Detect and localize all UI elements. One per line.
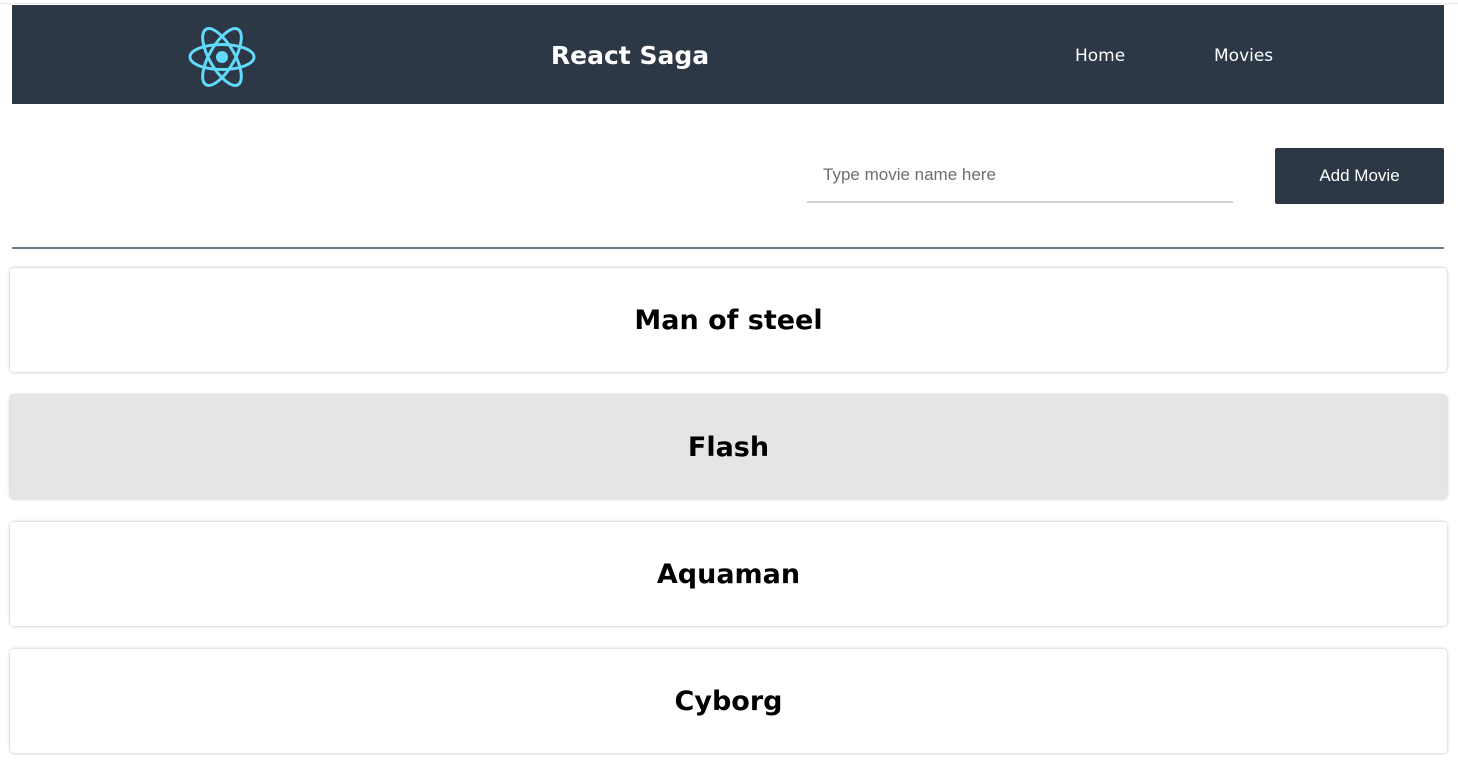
movie-title: Aquaman (656, 558, 801, 590)
movie-title: Flash (687, 431, 770, 463)
nav-link-movies[interactable]: Movies (1214, 45, 1273, 67)
movie-card-aquaman[interactable]: Aquaman (10, 522, 1447, 626)
add-movie-button[interactable]: Add Movie (1275, 148, 1444, 204)
movie-title: Man of steel (634, 304, 823, 336)
movie-card-man-of-steel[interactable]: Man of steel (10, 268, 1447, 372)
section-divider (12, 247, 1444, 249)
movie-name-input[interactable] (807, 149, 1233, 203)
navbar: React Saga Home Movies (12, 5, 1444, 104)
movie-card-cyborg[interactable]: Cyborg (10, 649, 1447, 753)
movie-title: Cyborg (674, 685, 783, 717)
nav-link-home[interactable]: Home (1075, 45, 1125, 67)
movie-list: Man of steel Flash Aquaman Cyborg (10, 268, 1447, 776)
page-top-border (0, 0, 1458, 4)
movie-card-flash[interactable]: Flash (10, 395, 1447, 499)
brand-title: React Saga (550, 41, 710, 70)
react-atom-icon[interactable] (188, 26, 256, 88)
